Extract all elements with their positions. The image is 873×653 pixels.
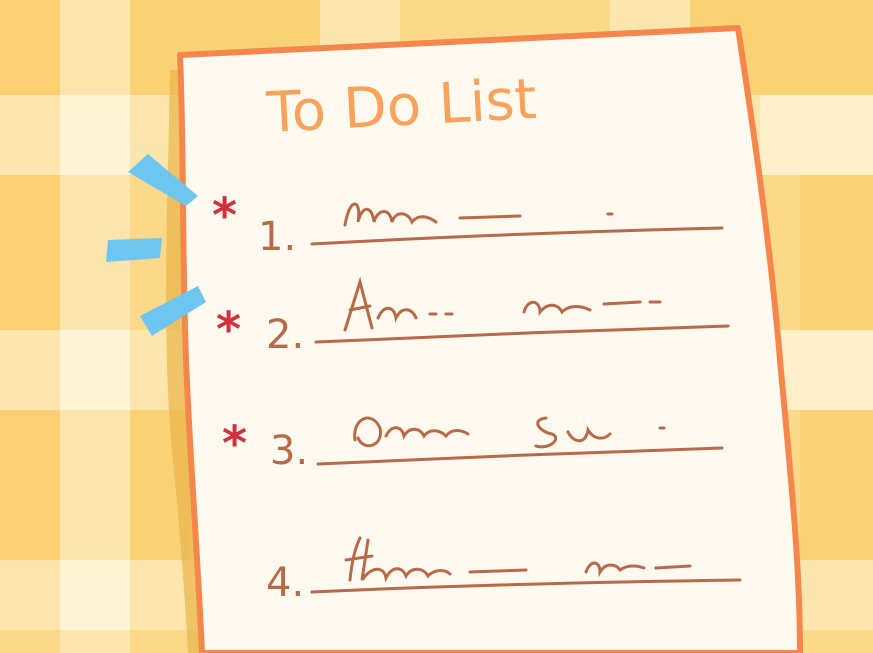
item-number: 2. <box>266 312 304 358</box>
asterisk-star-icon: * <box>216 302 241 358</box>
todo-list-illustration: To Do List * 1. * 2. * 3. 4. <box>0 0 873 653</box>
item-number: 3. <box>270 428 308 474</box>
asterisk-star-icon: * <box>222 416 247 472</box>
asterisk-star-icon: * <box>212 188 237 244</box>
item-number: 4. <box>266 560 304 606</box>
item-number: 1. <box>258 214 296 260</box>
